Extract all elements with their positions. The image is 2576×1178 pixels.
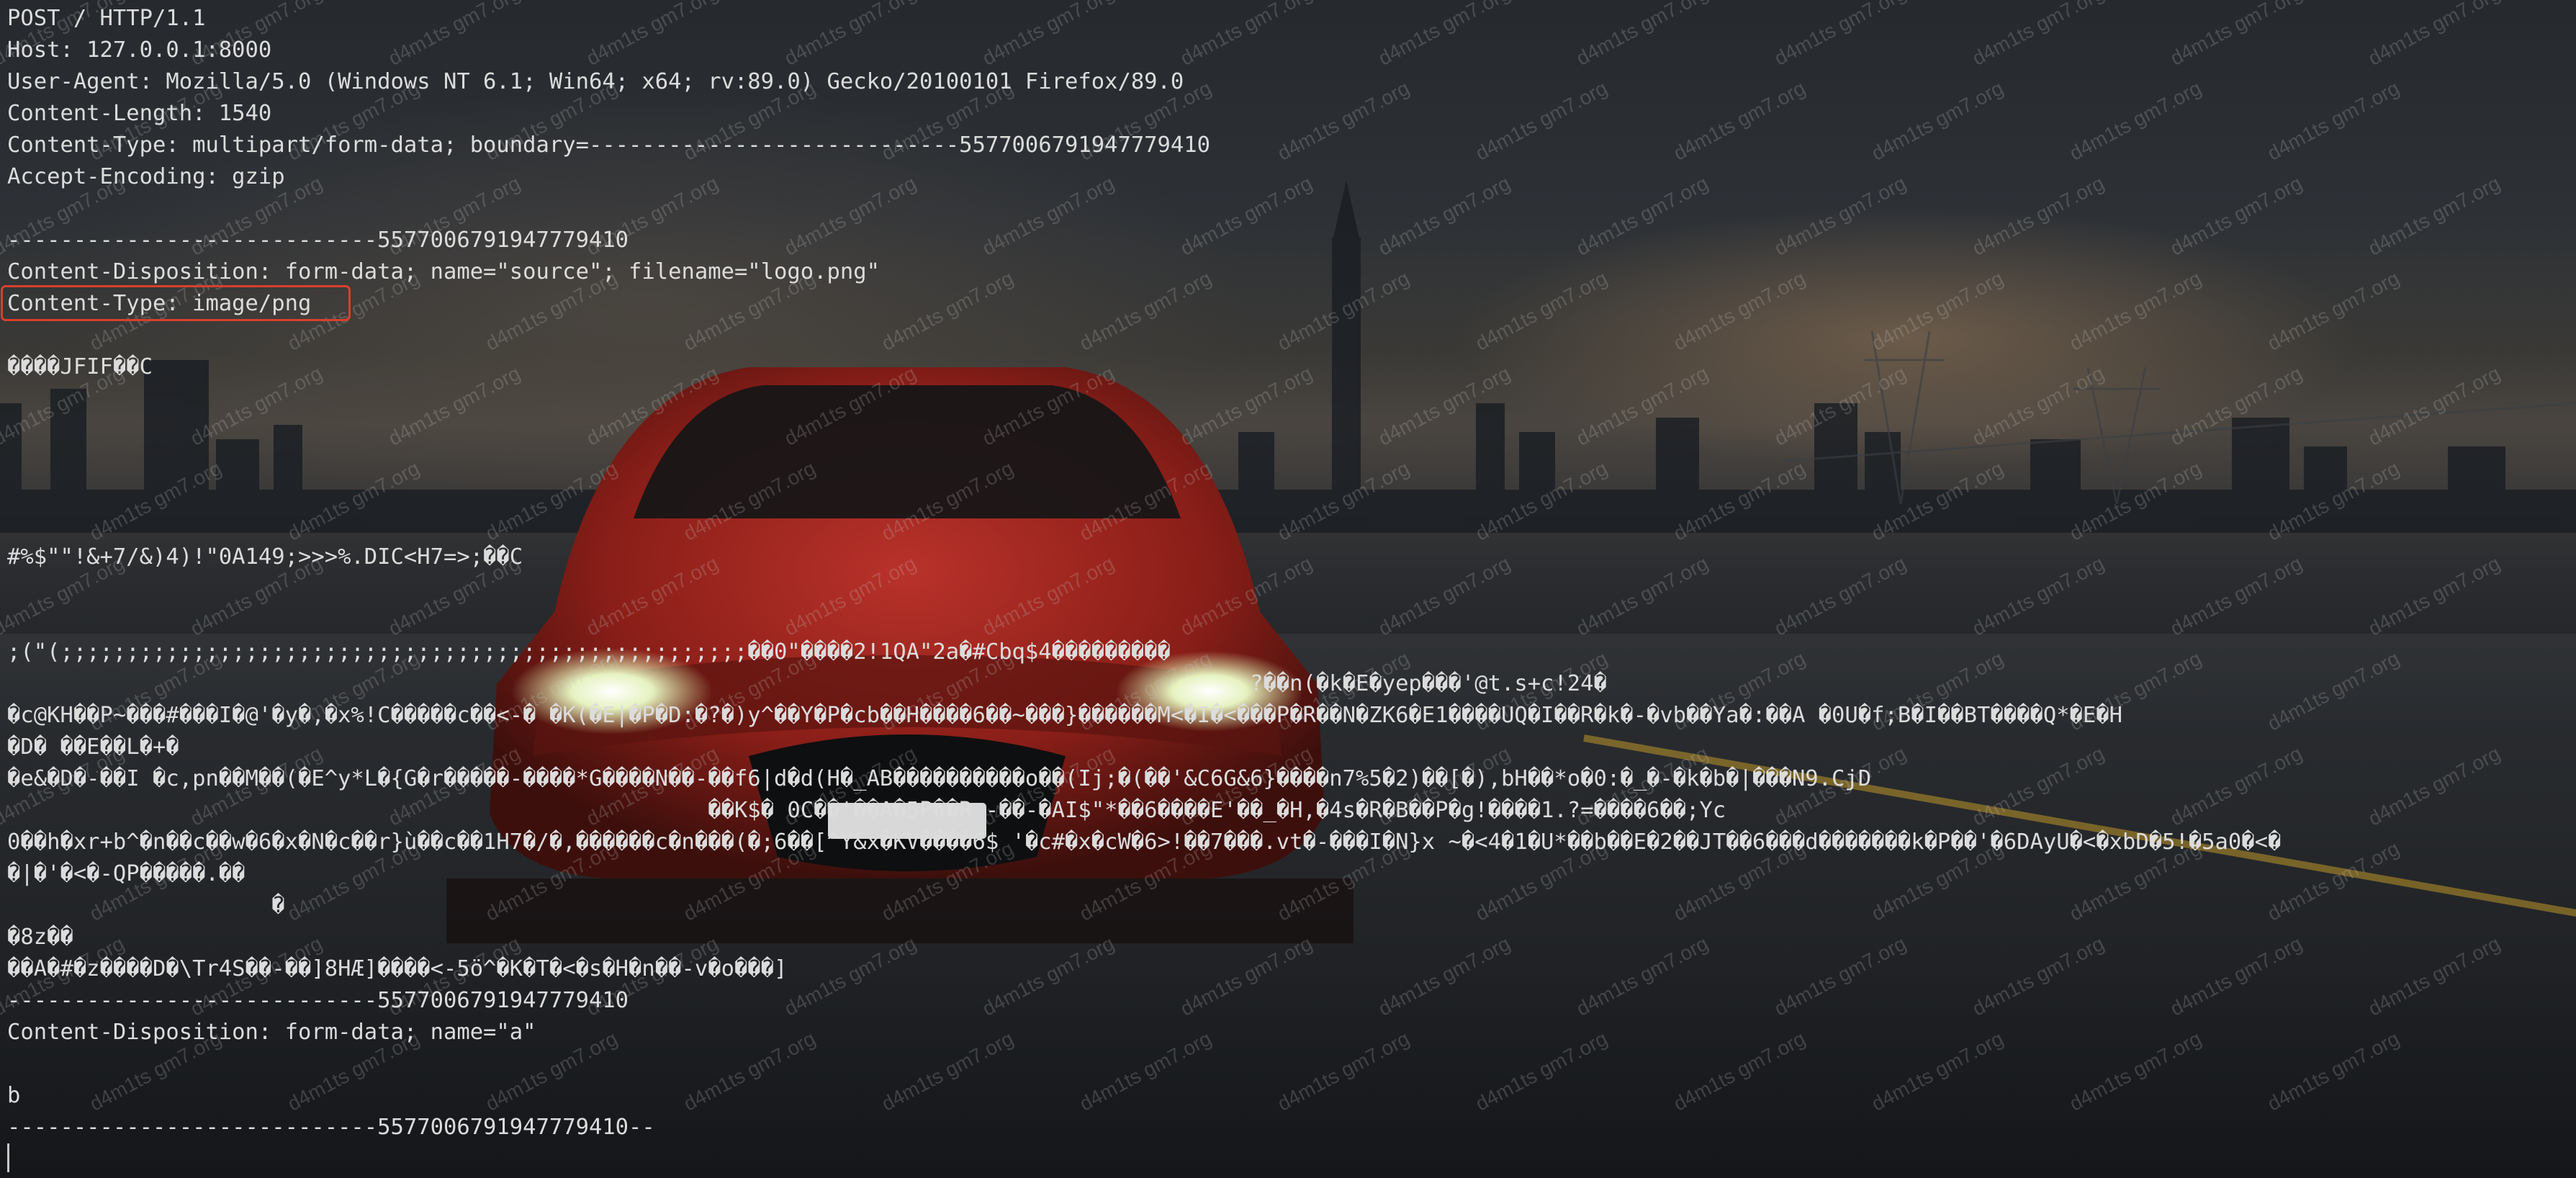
terminal-line: ��A�#�z����D�\Tr4S��-��]8HÆ]����<-5ö^�K�… — [7, 956, 788, 981]
terminal-line: �e&�D�-��I �c,pn��M��(�E^y*L�{G�r�����-�… — [7, 766, 1872, 791]
terminal-line: Content-Type: multipart/form-data; bound… — [7, 132, 1210, 158]
terminal-line: �c@KH��P~���#���I�@'�y�,�x%!C�����c��<-�… — [7, 703, 2123, 728]
terminal-line: POST / HTTP/1.1 — [7, 6, 206, 31]
terminal-line: �|�'�<�-QP�����.�� — [7, 861, 246, 886]
content-type-highlight-box — [1, 285, 351, 321]
text-cursor-icon — [7, 1143, 9, 1172]
terminal-line: Accept-Encoding: gzip — [7, 164, 285, 189]
terminal-line: � — [7, 893, 285, 918]
terminal-line: Host: 127.0.0.1:8000 — [7, 37, 272, 63]
terminal-line: Content-Length: 1540 — [7, 101, 272, 126]
terminal-line: ;("(;;;;;;;;;;;;;;;;;;;;;;;;;;;;;;;;;;;;… — [7, 639, 1171, 665]
terminal-line: �D� ��E��L�+� — [7, 734, 179, 760]
terminal-line: ����JFIF��C — [7, 354, 153, 379]
terminal-line: Content-Disposition: form-data; name="so… — [7, 259, 880, 284]
terminal-line: ?��n(�k�E�yep���'@t.s+c!24� — [7, 671, 1607, 696]
terminal-line: #%$""!&+7/&)4)!"0A149;>>>%.DIC<H7=>;��C — [7, 544, 523, 570]
terminal-line: b — [7, 1083, 21, 1108]
terminal-line: ��K$� 0C��'��A�5P��R -��-�AI$"*��6����E'… — [7, 798, 1726, 823]
terminal-line: 0��h�xr+b^�n��c��w�6�x�N�c��r}ù��c��1H7�… — [7, 829, 2282, 855]
terminal-output: POST / HTTP/1.1 Host: 127.0.0.1:8000 User-… — [7, 3, 2281, 1143]
terminal-line: ----------------------------557700679194… — [7, 1115, 655, 1140]
terminal-line: ----------------------------557700679194… — [7, 988, 629, 1013]
terminal-line: �8z�� — [7, 925, 73, 950]
terminal-line: ----------------------------557700679194… — [7, 228, 629, 253]
terminal-line: User-Agent: Mozilla/5.0 (Windows NT 6.1;… — [7, 69, 1184, 94]
terminal-line: Content-Disposition: form-data; name="a" — [7, 1020, 536, 1045]
